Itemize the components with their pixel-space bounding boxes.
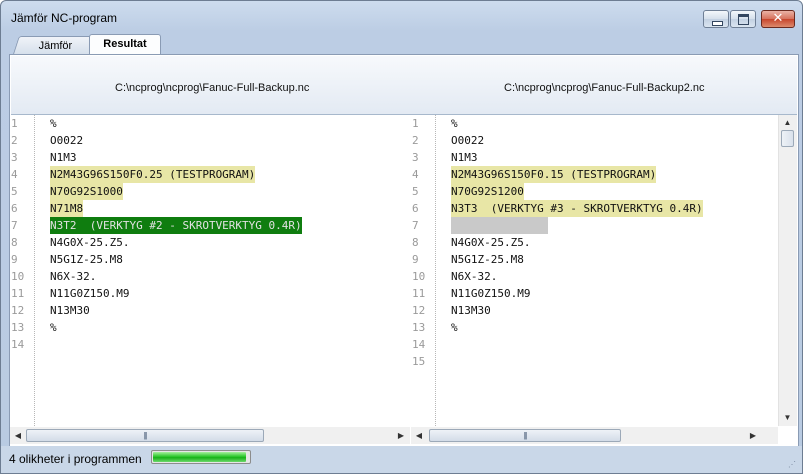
line-number: 2 [11, 134, 18, 147]
tab-compare[interactable]: Jämför [13, 36, 99, 54]
line-number: 1 [11, 117, 18, 130]
line-number: 8 [412, 236, 419, 249]
line-number: 9 [412, 253, 419, 266]
line-number: 7 [412, 219, 419, 232]
line-number: 6 [412, 202, 419, 215]
code-line: O0022 [451, 134, 485, 147]
changed-code-line: N70G92S1000 [50, 183, 123, 200]
progress-bar [151, 450, 251, 464]
line-number: 6 [11, 202, 18, 215]
window-title: Jämför NC-program [11, 11, 118, 25]
changed-code-line: N3T3 (VERKTYG #3 - SKROTVERKTYG 0.4R) [451, 200, 703, 217]
scroll-right-icon[interactable]: ▶ [747, 429, 759, 442]
code-line: N5G1Z-25.M8 [50, 253, 123, 266]
line-number: 4 [412, 168, 419, 181]
code-line: N6X-32. [50, 270, 97, 283]
changed-code-line: N70G92S1200 [451, 183, 524, 200]
close-button[interactable]: ✕ [761, 10, 795, 28]
line-number: 9 [11, 253, 18, 266]
line-number: 14 [412, 338, 426, 351]
line-number: 7 [11, 219, 18, 232]
line-number: 13 [412, 321, 426, 334]
tab-compare-label: Jämför [38, 40, 73, 52]
code-line: % [50, 321, 57, 334]
status-text: 4 olikheter i programmen [9, 452, 142, 466]
scroll-left-icon[interactable]: ◀ [413, 429, 425, 442]
missing-code-line [451, 217, 548, 234]
scroll-up-icon[interactable]: ▲ [781, 116, 794, 129]
line-number: 3 [11, 151, 18, 164]
line-number: 3 [412, 151, 419, 164]
right-line-gutter: 1 2 3 4 5 6 7 8 9 10 11 12 13 14 15 [411, 115, 436, 426]
tab-strip: Jämför Resultat [9, 34, 799, 54]
line-number: 12 [11, 304, 25, 317]
left-line-gutter: 1 2 3 4 5 6 7 8 9 10 11 12 13 14 [10, 115, 35, 426]
progress-fill [153, 452, 246, 462]
left-horizontal-scrollbar[interactable]: ◀ ||| ▶ [10, 427, 410, 444]
right-horizontal-scroll-thumb[interactable]: ||| [429, 429, 621, 442]
code-line: N5G1Z-25.M8 [451, 253, 524, 266]
code-line: % [451, 117, 458, 130]
code-line: % [50, 117, 57, 130]
scroll-down-icon[interactable]: ▼ [781, 411, 794, 424]
scroll-right-icon[interactable]: ▶ [395, 429, 407, 442]
changed-code-line: N2M43G96S150F0.25 (TESTPROGRAM) [50, 166, 256, 183]
line-number: 12 [412, 304, 426, 317]
line-number: 11 [412, 287, 426, 300]
line-number: 5 [412, 185, 419, 198]
code-line: N11G0Z150.M9 [451, 287, 531, 300]
code-line: N1M3 [451, 151, 478, 164]
changed-code-line: N2M43G96S150F0.15 (TESTPROGRAM) [451, 166, 657, 183]
tab-result-label: Resultat [103, 38, 147, 50]
line-number: 5 [11, 185, 18, 198]
code-line: N13M30 [50, 304, 90, 317]
minimize-button[interactable] [703, 10, 729, 28]
left-horizontal-scroll-thumb[interactable]: ||| [26, 429, 264, 442]
file-header: C:\ncprog\ncprog\Fanuc-Full-Backup.nc C:… [11, 56, 797, 115]
result-panel: C:\ncprog\ncprog\Fanuc-Full-Backup.nc C:… [9, 54, 799, 447]
maximize-button[interactable] [730, 10, 756, 28]
changed-code-line: N71M8 [50, 200, 84, 217]
line-number: 8 [11, 236, 18, 249]
code-line: N6X-32. [451, 270, 498, 283]
title-bar[interactable]: Jämför NC-program ✕ [1, 1, 802, 33]
code-line: N4G0X-25.Z5. [451, 236, 531, 249]
tab-result[interactable]: Resultat [89, 34, 161, 54]
left-file-path: C:\ncprog\ncprog\Fanuc-Full-Backup.nc [115, 82, 310, 94]
resize-grip-icon[interactable]: ⋰ [788, 460, 798, 470]
line-number: 1 [412, 117, 419, 130]
right-horizontal-scrollbar[interactable]: ◀ ||| ▶ [411, 427, 778, 444]
code-line: % [451, 321, 458, 334]
scroll-left-icon[interactable]: ◀ [12, 429, 24, 442]
right-code-pane[interactable]: 1 2 3 4 5 6 7 8 9 10 11 12 13 14 15 % O0… [411, 115, 797, 426]
line-number: 14 [11, 338, 25, 351]
vertical-scrollbar[interactable]: ▲ ▼ [778, 115, 797, 426]
code-line: N1M3 [50, 151, 77, 164]
line-number: 11 [11, 287, 25, 300]
compare-window: Jämför NC-program ✕ Jämför Resultat C:\n… [0, 0, 803, 474]
vertical-scroll-thumb[interactable] [781, 130, 794, 147]
code-line: N13M30 [451, 304, 491, 317]
status-bar: 4 olikheter i programmen ⋰ [1, 446, 802, 473]
code-line: N11G0Z150.M9 [50, 287, 130, 300]
close-icon: ✕ [772, 11, 784, 26]
removed-code-line: N3T2 (VERKTYG #2 - SKROTVERKTYG 0.4R) [50, 217, 302, 234]
line-number: 4 [11, 168, 18, 181]
left-code-pane[interactable]: 1 2 3 4 5 6 7 8 9 10 11 12 13 14 % O0022… [10, 115, 410, 426]
line-number: 2 [412, 134, 419, 147]
line-number: 13 [11, 321, 25, 334]
line-number: 10 [11, 270, 25, 283]
maximize-icon [738, 14, 749, 25]
right-file-path: C:\ncprog\ncprog\Fanuc-Full-Backup2.nc [504, 82, 705, 94]
minimize-icon [712, 21, 723, 26]
code-line: N4G0X-25.Z5. [50, 236, 130, 249]
code-line: O0022 [50, 134, 84, 147]
line-number: 15 [412, 355, 426, 368]
line-number: 10 [412, 270, 426, 283]
